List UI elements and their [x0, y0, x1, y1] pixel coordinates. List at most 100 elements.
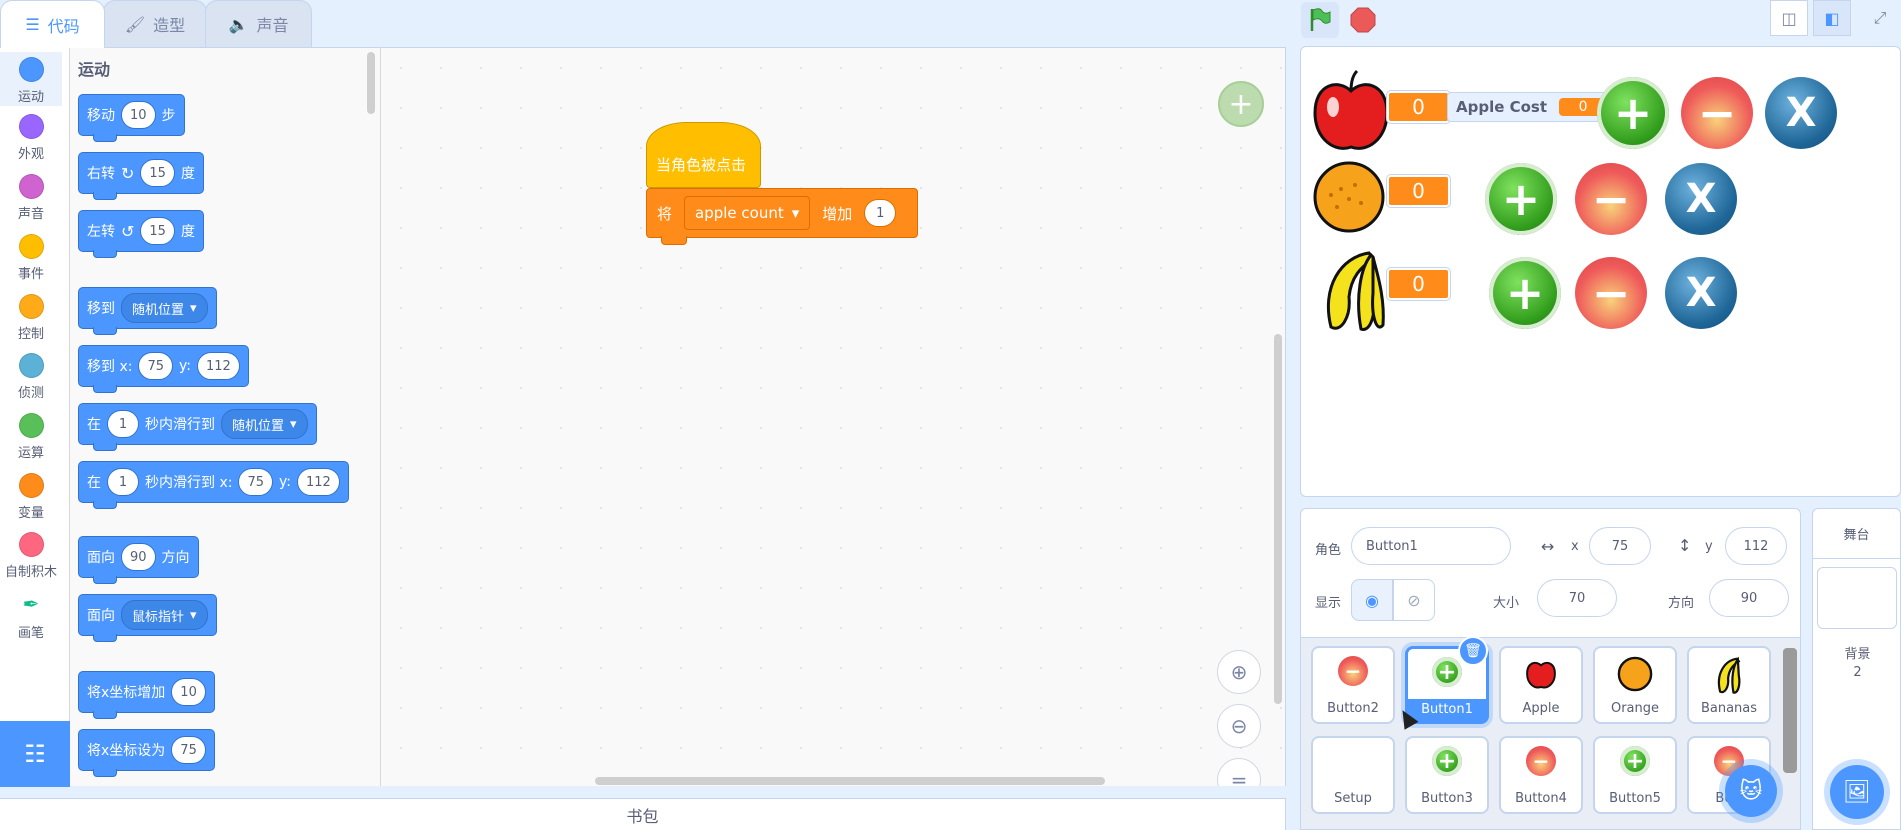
plus-icon: +	[1620, 746, 1650, 776]
y-position-input[interactable]: 112	[1725, 527, 1787, 565]
block-glide-to-xy[interactable]: 在 1 秒内滑行到 x: 75 y: 112	[78, 461, 349, 509]
orange-sprite[interactable]	[1311, 159, 1387, 235]
steps-input[interactable]: 10	[121, 101, 156, 129]
rotate-right-icon: ↻	[121, 163, 135, 183]
banana-minus-button[interactable]: −	[1575, 257, 1647, 329]
sprite-tile-bananas[interactable]: Bananas	[1687, 646, 1771, 724]
backpack-bar[interactable]: 书包	[0, 798, 1286, 830]
banana-plus-button[interactable]: +	[1489, 257, 1561, 329]
direction-input[interactable]: 90	[1709, 579, 1789, 617]
block-move-steps[interactable]: 移动 10 步	[78, 94, 185, 142]
orange-minus-button[interactable]: −	[1575, 163, 1647, 235]
direction-input[interactable]: 90	[121, 543, 156, 571]
y-input[interactable]: 112	[196, 352, 240, 380]
orange-count-value: 0	[1412, 179, 1425, 203]
green-flag-button[interactable]	[1301, 2, 1339, 38]
orange-clear-button[interactable]: X	[1665, 163, 1737, 235]
category-looks[interactable]: 外观	[0, 114, 62, 162]
add-sprite-to-workspace-button[interactable]: +	[1218, 81, 1264, 127]
change-variable-block[interactable]: 将 apple count ▾ 增加 1	[646, 188, 918, 245]
sprite-tile-button4[interactable]: − Button4	[1499, 736, 1583, 814]
caret-down-icon: ▾	[791, 204, 800, 222]
block-point-direction[interactable]: 面向 90 方向	[78, 536, 199, 584]
goto-target-dropdown[interactable]: 随机位置 ▾	[121, 293, 208, 323]
palette-scrollbar[interactable]	[367, 52, 375, 114]
workspace-vertical-scrollbar[interactable]	[1274, 334, 1282, 704]
block-text: 秒内滑行到	[145, 417, 215, 433]
apple-plus-button[interactable]: +	[1597, 77, 1669, 149]
normal-stage-mode-button[interactable]: ◧	[1813, 0, 1851, 36]
category-my-blocks[interactable]: 自制积木	[0, 532, 62, 580]
script-workspace[interactable]: 当角色被点击 将 apple count ▾ 增加 1 + ⊕ ⊖ =	[381, 47, 1286, 786]
seconds-input[interactable]: 1	[107, 468, 139, 496]
block-point-towards[interactable]: 面向 鼠标指针 ▾	[78, 594, 217, 642]
show-sprite-button[interactable]: ◉	[1351, 579, 1393, 621]
hide-sprite-button[interactable]: ⊘	[1393, 579, 1435, 621]
when-sprite-clicked-hat-block[interactable]: 当角色被点击	[646, 122, 761, 188]
dropdown-value: 鼠标指针	[132, 609, 185, 625]
zoom-in-button[interactable]: ⊕	[1217, 650, 1261, 694]
block-set-x[interactable]: 将x坐标设为 75	[78, 729, 215, 777]
towards-target-dropdown[interactable]: 鼠标指针 ▾	[121, 600, 208, 630]
change-amount-input[interactable]: 1	[864, 199, 897, 227]
y-arrows-icon: ↕	[1678, 536, 1692, 555]
clear-icon: X	[1785, 90, 1817, 136]
degrees-input[interactable]: 15	[140, 217, 175, 245]
category-events[interactable]: 事件	[0, 234, 62, 282]
category-sensing[interactable]: 侦测	[0, 353, 62, 401]
variable-dropdown[interactable]: apple count ▾	[684, 196, 811, 230]
block-change-x[interactable]: 将x坐标增加 10	[78, 671, 215, 719]
sprite-tile-setup[interactable]: Setup	[1311, 736, 1395, 814]
block-glide-to[interactable]: 在 1 秒内滑行到 随机位置 ▾	[78, 403, 317, 451]
zoom-out-button[interactable]: ⊖	[1217, 704, 1261, 748]
add-extension-button[interactable]: ☷	[0, 721, 70, 787]
bananas-sprite[interactable]	[1311, 247, 1391, 337]
degrees-input[interactable]: 15	[140, 159, 175, 187]
sprite-tile-button5[interactable]: + Button5	[1593, 736, 1677, 814]
x-input[interactable]: 75	[138, 352, 173, 380]
stage-canvas[interactable]: 0 0 0 Apple Cost 0 + − X + − X + − X	[1300, 46, 1901, 497]
sprite-tile-orange[interactable]: Orange	[1593, 646, 1677, 724]
choose-backdrop-button[interactable]: 🖼	[1830, 765, 1884, 819]
apple-clear-button[interactable]: X	[1765, 77, 1837, 149]
block-go-to-xy[interactable]: 移到 x: 75 y: 112	[78, 345, 249, 393]
apple-minus-button[interactable]: −	[1681, 77, 1753, 149]
fullscreen-button[interactable]: ⤢	[1861, 0, 1899, 36]
zoom-reset-button[interactable]: =	[1217, 758, 1261, 786]
sprite-tile-button3[interactable]: + Button3	[1405, 736, 1489, 814]
category-operators[interactable]: 运算	[0, 413, 62, 461]
tab-code[interactable]: ☰ 代码	[0, 0, 105, 48]
category-control[interactable]: 控制	[0, 294, 62, 342]
block-go-to[interactable]: 移到 随机位置 ▾	[78, 287, 217, 335]
set-x-input[interactable]: 75	[171, 736, 206, 764]
glide-target-dropdown[interactable]: 随机位置 ▾	[221, 409, 308, 439]
banana-clear-button[interactable]: X	[1665, 257, 1737, 329]
block-turn-right[interactable]: 右转 ↻ 15 度	[78, 152, 204, 200]
category-sound[interactable]: 声音	[0, 174, 62, 222]
tab-costumes[interactable]: 🖌 造型	[103, 0, 207, 47]
size-input[interactable]: 70	[1537, 579, 1617, 617]
sprite-list-scrollbar[interactable]	[1783, 648, 1797, 773]
tab-sounds[interactable]: 🔈 声音	[205, 0, 312, 47]
category-variables[interactable]: 变量	[0, 473, 62, 521]
sprite-name-input[interactable]: Button1	[1351, 527, 1511, 565]
category-motion[interactable]: 运动	[0, 52, 62, 106]
sprite-tile-apple[interactable]: Apple	[1499, 646, 1583, 724]
delete-sprite-button[interactable]: 🗑	[1458, 636, 1488, 666]
apple-sprite[interactable]	[1309, 67, 1393, 155]
choose-sprite-button[interactable]: 🐱	[1725, 765, 1777, 817]
category-pen[interactable]: ✒ 画笔	[0, 592, 62, 641]
orange-plus-button[interactable]: +	[1485, 163, 1557, 235]
x-position-input[interactable]: 75	[1589, 527, 1651, 565]
sprite-tile-button2[interactable]: − Button2	[1311, 646, 1395, 724]
workspace-horizontal-scrollbar[interactable]	[595, 777, 1105, 785]
y-input[interactable]: 112	[296, 468, 340, 496]
block-turn-left[interactable]: 左转 ↺ 15 度	[78, 210, 204, 258]
small-stage-mode-button[interactable]: ◫	[1770, 0, 1808, 36]
stop-button[interactable]	[1349, 6, 1376, 33]
x-input[interactable]: 75	[238, 468, 273, 496]
stage-thumbnail[interactable]	[1817, 567, 1897, 629]
change-x-input[interactable]: 10	[171, 678, 206, 706]
zoom-in-icon: ⊕	[1230, 660, 1248, 684]
seconds-input[interactable]: 1	[107, 410, 139, 438]
